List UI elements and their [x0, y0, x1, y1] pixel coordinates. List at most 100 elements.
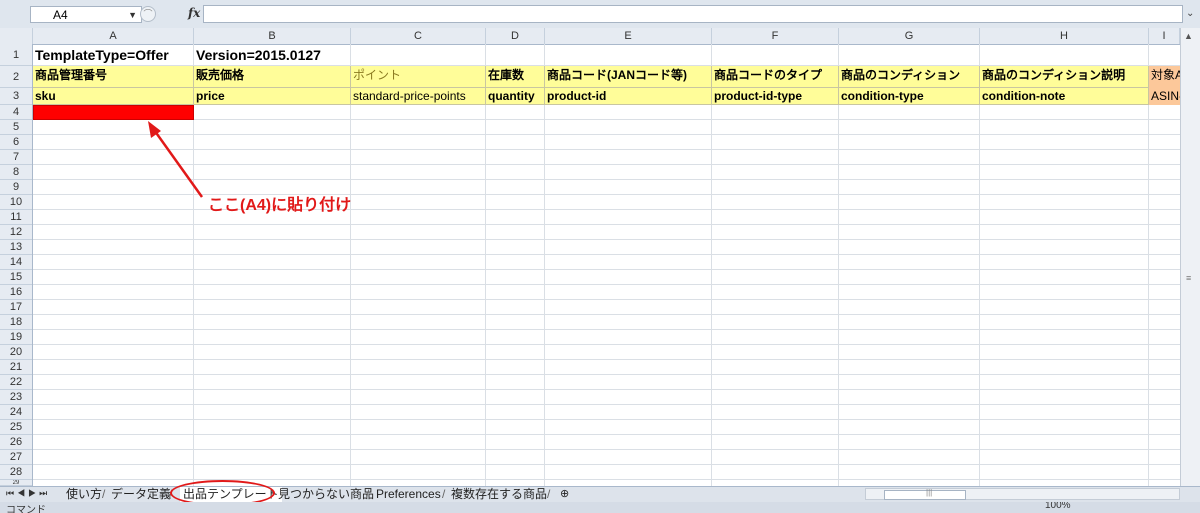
row-header[interactable]: 15 [0, 270, 32, 285]
formula-input[interactable] [203, 5, 1183, 23]
tab-data-definition[interactable]: データ定義 [111, 487, 171, 502]
row-header[interactable]: 6 [0, 135, 32, 150]
tab-usage[interactable]: 使い方 [66, 487, 102, 502]
gridline [33, 359, 1180, 360]
cancel-icon[interactable]: ⌒ [140, 6, 156, 22]
cell-g3[interactable]: condition-type [839, 88, 980, 105]
column-header-i[interactable]: I [1149, 28, 1180, 44]
formula-bar: A4 ▼ ⌒ fx ⌄ [0, 0, 1200, 29]
cell-d2[interactable]: 在庫数 [486, 66, 545, 88]
scroll-up-icon[interactable]: ▲ [1184, 31, 1193, 41]
zoom-level[interactable]: 100% [1045, 502, 1071, 511]
row-header[interactable]: 8 [0, 165, 32, 180]
gridline [33, 344, 1180, 345]
row-header[interactable]: 10 [0, 195, 32, 210]
row-header[interactable]: 22 [0, 375, 32, 390]
gridline [33, 329, 1180, 330]
row-header[interactable]: 5 [0, 120, 32, 135]
cell-i3[interactable]: ASIN- [1149, 88, 1180, 105]
column-header-b[interactable]: B [194, 28, 351, 44]
gridline [33, 434, 1180, 435]
scroll-grip-icon[interactable]: ≡ [1186, 273, 1191, 283]
row-header[interactable]: 2 [0, 66, 32, 88]
worksheet-grid[interactable]: TemplateType=Offer Version=2015.0127 商品管… [33, 44, 1180, 486]
cell-h2[interactable]: 商品のコンディション説明 [980, 66, 1149, 88]
row-header[interactable]: 1 [0, 44, 32, 66]
gridline [33, 119, 1180, 120]
row-header[interactable]: 11 [0, 210, 32, 225]
gridline [33, 299, 1180, 300]
column-header-g[interactable]: G [839, 28, 980, 44]
column-header-f[interactable]: F [712, 28, 839, 44]
tab-preferences[interactable]: Preferences [376, 487, 441, 502]
row-header[interactable]: 26 [0, 435, 32, 450]
gridline [33, 134, 1180, 135]
row-header[interactable]: 27 [0, 450, 32, 465]
row-header[interactable]: 20 [0, 345, 32, 360]
cell-c2[interactable]: ポイント [351, 66, 486, 88]
gridline [33, 269, 1180, 270]
gridline [33, 224, 1180, 225]
cell-a2[interactable]: 商品管理番号 [33, 66, 194, 88]
cell-a1[interactable]: TemplateType=Offer [33, 44, 194, 66]
chevron-down-icon[interactable]: ▼ [128, 7, 137, 24]
row-header[interactable]: 12 [0, 225, 32, 240]
gridline [33, 149, 1180, 150]
select-all-corner[interactable] [0, 28, 33, 44]
row-header[interactable]: 13 [0, 240, 32, 255]
cell-c3[interactable]: standard-price-points [351, 88, 486, 105]
row-header[interactable]: 9 [0, 180, 32, 195]
row-header[interactable]: 7 [0, 150, 32, 165]
gridline [33, 374, 1180, 375]
gridline [33, 464, 1180, 465]
row-header[interactable]: 28 [0, 465, 32, 480]
expand-formula-icon[interactable]: ⌄ [1186, 8, 1194, 19]
cell-d3[interactable]: quantity [486, 88, 545, 105]
gridline [33, 209, 1180, 210]
gridline [33, 284, 1180, 285]
row-header[interactable]: 24 [0, 405, 32, 420]
cell-g2[interactable]: 商品のコンディション [839, 66, 980, 88]
vertical-scrollbar[interactable]: ▲ ≡ [1180, 28, 1200, 486]
insert-sheet-icon[interactable]: ⊕ [560, 487, 569, 502]
cell-f3[interactable]: product-id-type [712, 88, 839, 105]
column-header-a[interactable]: A [33, 28, 194, 44]
row-header[interactable]: 18 [0, 315, 32, 330]
row-header[interactable]: 17 [0, 300, 32, 315]
scroll-grip-icon: ||| [926, 488, 933, 497]
cell-i2[interactable]: 対象A [1149, 66, 1180, 88]
tab-navigation-icons[interactable]: ⏮◀▶⏭ [6, 488, 50, 499]
cell-e2[interactable]: 商品コード(JANコード等) [545, 66, 712, 88]
horizontal-scrollbar[interactable]: ||| [865, 488, 1180, 500]
cell-b3[interactable]: price [194, 88, 351, 105]
gridline [33, 164, 1180, 165]
column-header-h[interactable]: H [980, 28, 1149, 44]
cell-b2[interactable]: 販売価格 [194, 66, 351, 88]
cell-b1[interactable]: Version=2015.0127 [194, 44, 394, 66]
cell-h3[interactable]: condition-note [980, 88, 1149, 105]
cell-e3[interactable]: product-id [545, 88, 712, 105]
name-box[interactable]: A4 ▼ [30, 6, 142, 23]
insert-function-button[interactable]: fx [188, 6, 200, 20]
cell-a3[interactable]: sku [33, 88, 194, 105]
name-box-value: A4 [53, 8, 68, 22]
gridline [33, 239, 1180, 240]
row-header[interactable]: 14 [0, 255, 32, 270]
gridline [33, 449, 1180, 450]
row-header[interactable]: 4 [0, 105, 32, 120]
cell-f2[interactable]: 商品コードのタイプ [712, 66, 839, 88]
tab-duplicate-products[interactable]: 複数存在する商品 [451, 487, 547, 502]
column-header-e[interactable]: E [545, 28, 712, 44]
row-header[interactable]: 25 [0, 420, 32, 435]
cell-a4-selected[interactable] [33, 105, 194, 120]
row-header[interactable]: 21 [0, 360, 32, 375]
row-header[interactable]: 19 [0, 330, 32, 345]
column-header-d[interactable]: D [486, 28, 545, 44]
row-header[interactable]: 23 [0, 390, 32, 405]
gridline [33, 404, 1180, 405]
column-header-c[interactable]: C [351, 28, 486, 44]
horizontal-scroll-thumb[interactable] [884, 490, 966, 500]
row-header[interactable]: 3 [0, 88, 32, 105]
tab-not-found-products[interactable]: 見つからない商品 [278, 487, 374, 502]
row-header[interactable]: 16 [0, 285, 32, 300]
